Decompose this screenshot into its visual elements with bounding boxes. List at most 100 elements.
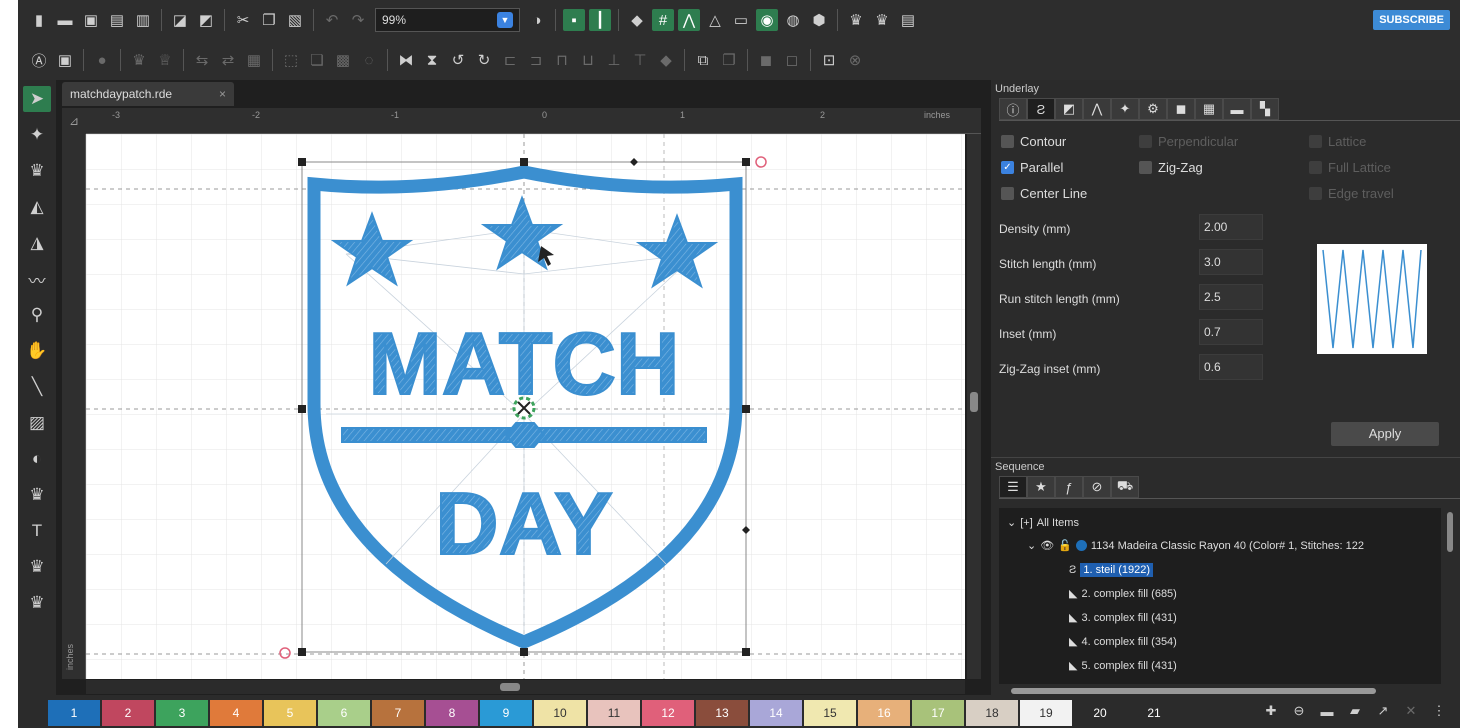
tab-applique-icon[interactable]: ◼: [1167, 98, 1195, 120]
3d-view-icon[interactable]: ◆: [626, 9, 648, 31]
fill-digitize-icon[interactable]: ◭: [23, 194, 51, 220]
preview-icon[interactable]: ◍: [782, 9, 804, 31]
node-edit-icon[interactable]: ✦: [23, 122, 51, 148]
select-arrow-icon[interactable]: ➤: [23, 86, 51, 112]
save-icon[interactable]: ▣: [80, 9, 102, 31]
shape-tool-icon[interactable]: ●: [91, 49, 113, 71]
color-swatch[interactable]: 10: [534, 700, 586, 726]
tab-info-icon[interactable]: ⓘ: [999, 98, 1027, 120]
option-center-line[interactable]: Center Line: [1001, 186, 1087, 201]
remove-color-icon[interactable]: ⊖: [1290, 702, 1308, 720]
design-text-day[interactable]: DAY: [434, 473, 614, 574]
color-swatch[interactable]: 4: [210, 700, 262, 726]
hoop-icon[interactable]: ▪: [563, 9, 585, 31]
mirror-v-icon[interactable]: ⧗: [421, 49, 443, 71]
crown-monogram-icon[interactable]: ♛: [23, 554, 51, 580]
group-icon[interactable]: ❏: [306, 49, 328, 71]
checkbox-icon[interactable]: [1139, 161, 1152, 174]
checkbox-icon[interactable]: [1001, 187, 1014, 200]
copy-icon[interactable]: ❐: [258, 9, 280, 31]
lasso-icon[interactable]: ◌: [358, 49, 380, 71]
thread-row[interactable]: ⌄ 👁 🔓 1134 Madeira Classic Rayon 40 (Col…: [1027, 539, 1364, 553]
weld-icon[interactable]: ◼: [755, 49, 777, 71]
tab-favorites-icon[interactable]: ★: [1027, 476, 1055, 498]
tree-root[interactable]: ⌄ [+] All Items: [1007, 516, 1079, 530]
checkbox-icon[interactable]: [1001, 135, 1014, 148]
chevron-down-icon[interactable]: ⌄: [1007, 516, 1016, 529]
shapes-icon[interactable]: ◐: [23, 446, 51, 472]
tab-compass-icon[interactable]: ⊘: [1083, 476, 1111, 498]
tree-horizontal-scrollbar[interactable]: [999, 686, 1441, 696]
tab-fill-icon[interactable]: ◩: [1055, 98, 1083, 120]
color-swatch[interactable]: 14: [750, 700, 802, 726]
center-icon[interactable]: ◆: [655, 49, 677, 71]
zoom-icon[interactable]: ⚲: [23, 302, 51, 328]
scroll-thumb[interactable]: [1011, 688, 1376, 694]
report-icon[interactable]: ▤: [897, 9, 919, 31]
subscribe-button[interactable]: SUBSCRIBE: [1373, 10, 1450, 30]
apply-button[interactable]: Apply: [1331, 422, 1439, 446]
tab-settings-icon[interactable]: ⚙: [1139, 98, 1167, 120]
layers-icon[interactable]: ▦: [243, 49, 265, 71]
tab-color-icon[interactable]: ▦: [1195, 98, 1223, 120]
nodes-icon[interactable]: △: [704, 9, 726, 31]
sequence-item[interactable]: ◣ 5. complex fill (431): [1069, 659, 1177, 673]
color-swatch[interactable]: 3: [156, 700, 208, 726]
color-swatch[interactable]: 17: [912, 700, 964, 726]
align-icon[interactable]: ⇆: [191, 49, 213, 71]
photo-stitch-icon[interactable]: ▣: [54, 49, 76, 71]
paste-icon[interactable]: ▧: [284, 9, 306, 31]
chevron-down-icon[interactable]: ⌄: [1027, 539, 1036, 552]
import-icon[interactable]: ◪: [169, 9, 191, 31]
image-import-icon[interactable]: ◩: [195, 9, 217, 31]
eye-icon[interactable]: 👁: [1040, 539, 1054, 552]
color-swatch[interactable]: 15: [804, 700, 856, 726]
redo-icon[interactable]: ↷: [347, 9, 369, 31]
tab-fx-icon[interactable]: ƒ: [1055, 476, 1083, 498]
crown-icon[interactable]: ♛: [871, 9, 893, 31]
text-icon[interactable]: T: [23, 518, 51, 544]
undo-icon[interactable]: ↶: [321, 9, 343, 31]
vertical-scrollbar[interactable]: [967, 134, 981, 679]
crown-outline-icon[interactable]: ♕: [154, 49, 176, 71]
satin-digitize-icon[interactable]: ◮: [23, 230, 51, 256]
scroll-thumb[interactable]: [500, 683, 520, 691]
color-swatch[interactable]: 5: [264, 700, 316, 726]
color-swatch[interactable]: 8: [426, 700, 478, 726]
frame-icon[interactable]: ⊡: [818, 49, 840, 71]
grid-icon[interactable]: #: [652, 9, 674, 31]
color-swatch[interactable]: 12: [642, 700, 694, 726]
picker-icon[interactable]: ↗: [1374, 702, 1392, 720]
align-top-icon[interactable]: ⊔: [577, 49, 599, 71]
align-middle-icon[interactable]: ⊥: [603, 49, 625, 71]
print-icon[interactable]: ▤: [106, 9, 128, 31]
auto-digitize-icon[interactable]: Ⓐ: [28, 49, 50, 71]
tab-pattern-icon[interactable]: ▚: [1251, 98, 1279, 120]
combine-icon[interactable]: ⧉: [692, 49, 714, 71]
option-parallel[interactable]: ✓ Parallel: [1001, 160, 1063, 175]
close-palette-icon[interactable]: ✕: [1402, 702, 1420, 720]
sequence-item[interactable]: ◣ 4. complex fill (354): [1069, 635, 1177, 649]
inset-input[interactable]: 0.7: [1199, 319, 1263, 345]
tab-notes-icon[interactable]: ▬: [1223, 98, 1251, 120]
break-apart-icon[interactable]: ❐: [718, 49, 740, 71]
crown-digitize-icon[interactable]: ♛: [23, 158, 51, 184]
color-swatch[interactable]: 21: [1128, 700, 1180, 726]
distribute-icon[interactable]: ⇄: [217, 49, 239, 71]
align-left-icon[interactable]: ⊏: [499, 49, 521, 71]
needle-icon[interactable]: ┃: [589, 9, 611, 31]
rotate-left-icon[interactable]: ↺: [447, 49, 469, 71]
thread-chart-icon[interactable]: ▬: [1318, 702, 1336, 720]
crown-applique-icon[interactable]: ♛: [23, 482, 51, 508]
align-right-icon[interactable]: ⊓: [551, 49, 573, 71]
design-canvas[interactable]: MATCH DAY: [86, 134, 965, 679]
color-swatch[interactable]: 11: [588, 700, 640, 726]
crown-fill-icon[interactable]: ♛: [128, 49, 150, 71]
tab-stitch-icon[interactable]: ⋀: [1083, 98, 1111, 120]
tab-underlay-icon[interactable]: Ƨ: [1027, 98, 1055, 120]
zoom-select[interactable]: 99% ▼: [375, 8, 520, 32]
tab-effects-icon[interactable]: ✦: [1111, 98, 1139, 120]
scroll-thumb[interactable]: [970, 392, 978, 412]
mirror-h-icon[interactable]: ⧓: [395, 49, 417, 71]
stitch-view-icon[interactable]: ⋀: [678, 9, 700, 31]
